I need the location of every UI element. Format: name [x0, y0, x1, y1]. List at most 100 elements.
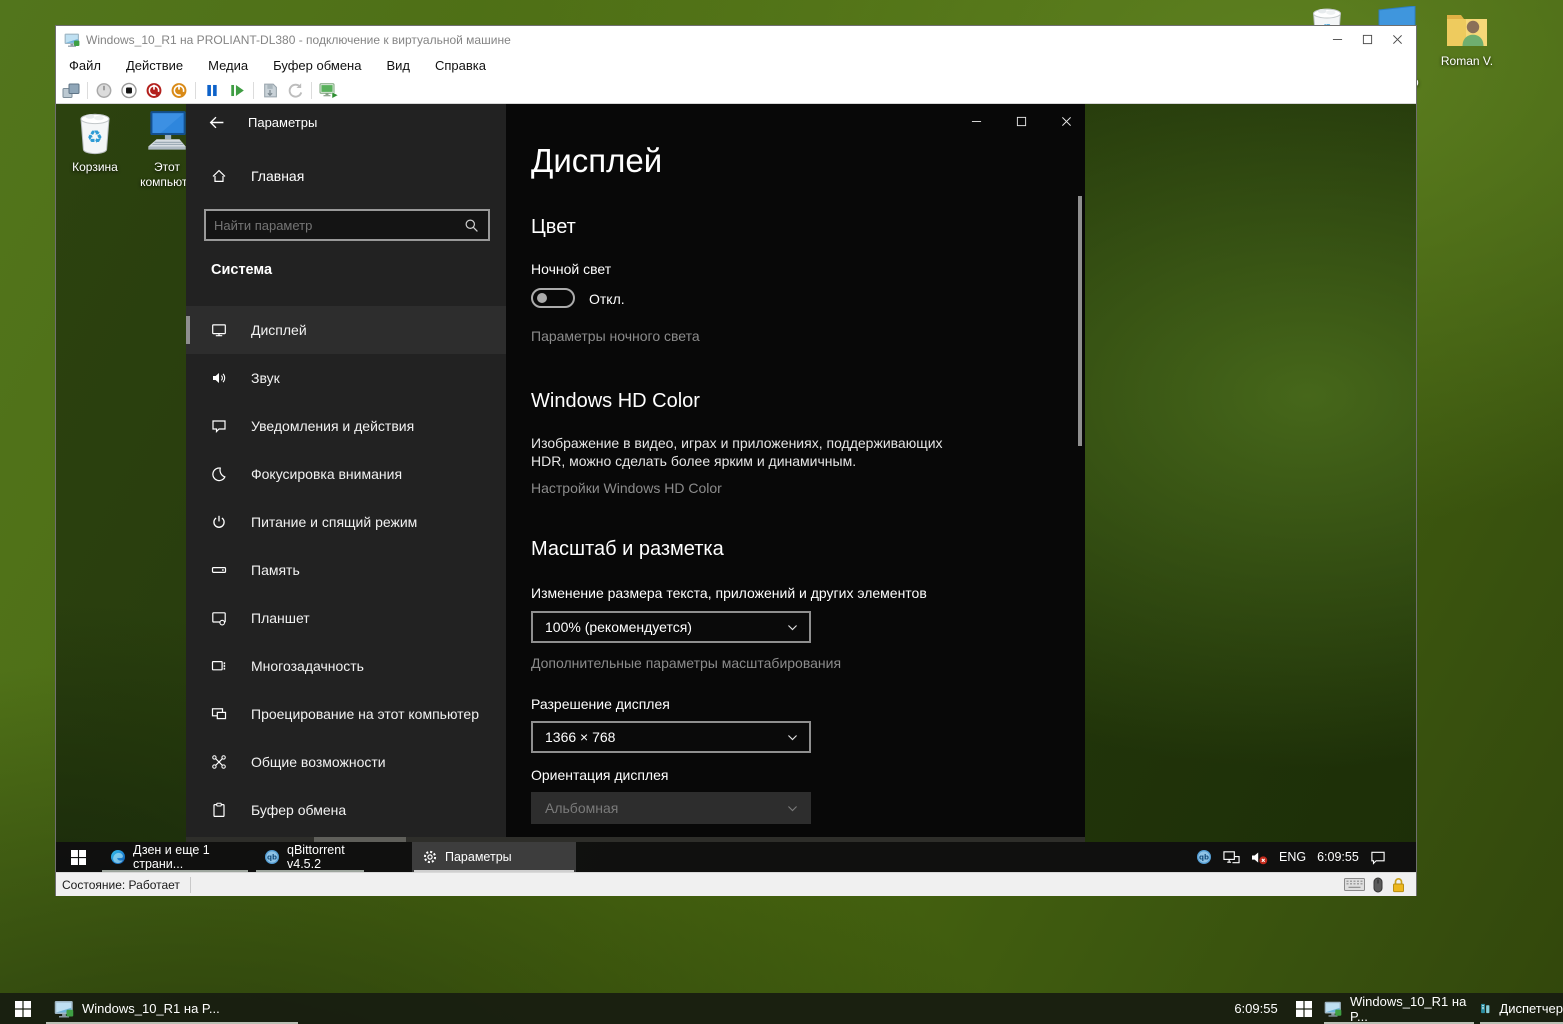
resume-icon[interactable] — [228, 82, 246, 99]
edge-icon — [110, 849, 126, 865]
sidebar-item-storage[interactable]: Память — [186, 546, 506, 594]
settings-maximize-button[interactable] — [1006, 112, 1036, 130]
sidebar-item-label: Питание и спящий режим — [251, 514, 417, 530]
page-title: Дисплей — [531, 142, 662, 180]
settings-search-box[interactable] — [204, 209, 490, 241]
qbittorrent-icon: qb — [264, 849, 280, 865]
windows-logo-icon — [15, 1001, 31, 1017]
scale-label: Изменение размера текста, приложений и д… — [531, 585, 927, 601]
scale-dropdown[interactable]: 100% (рекомендуется) — [531, 611, 811, 643]
advanced-scaling-link[interactable]: Дополнительные параметры масштабирования — [531, 655, 841, 671]
chevron-down-icon — [786, 802, 799, 815]
night-light-toggle[interactable] — [531, 288, 575, 308]
chevron-down-icon — [786, 731, 799, 744]
vmconnect-titlebar[interactable]: Windows_10_R1 на PROLIANT-DL380 - подклю… — [56, 26, 1416, 53]
night-light-settings-link[interactable]: Параметры ночного света — [531, 328, 700, 344]
hdr-settings-link[interactable]: Настройки Windows HD Color — [531, 480, 722, 496]
chevron-down-icon — [786, 621, 799, 634]
host-taskbar-vm-button-2[interactable]: Windows_10_R1 на P... — [1324, 993, 1474, 1024]
host-start-button-2[interactable] — [1286, 993, 1322, 1024]
sidebar-item-clipboard[interactable]: Буфер обмена — [186, 786, 506, 834]
sidebar-item-label: Общие возможности — [251, 754, 386, 770]
menu-file[interactable]: Файл — [69, 58, 101, 73]
ctrl-alt-del-icon[interactable] — [62, 82, 80, 99]
statusbar-separator — [190, 877, 191, 893]
toolbar-separator — [311, 82, 312, 99]
host-clock-text: 6:09:55 — [1234, 1001, 1277, 1016]
maximize-button[interactable] — [1352, 31, 1382, 49]
resolution-dropdown[interactable]: 1366 × 768 — [531, 721, 811, 753]
sidebar-item-label: Память — [251, 562, 300, 578]
orientation-label: Ориентация дисплея — [531, 767, 668, 783]
gear-icon — [422, 849, 438, 865]
sidebar-item-focus[interactable]: Фокусировка внимания — [186, 450, 506, 498]
close-button[interactable] — [1382, 31, 1412, 49]
notifications-icon — [211, 418, 227, 434]
network-tray-icon[interactable] — [1223, 850, 1240, 865]
pause-icon[interactable] — [203, 82, 221, 99]
vm-taskbar-settings-button[interactable]: Параметры — [412, 842, 576, 872]
menu-clipboard[interactable]: Буфер обмена — [273, 58, 361, 73]
sidebar-item-notifications[interactable]: Уведомления и действия — [186, 402, 506, 450]
menu-help[interactable]: Справка — [435, 58, 486, 73]
minimize-button[interactable] — [1322, 31, 1352, 49]
menu-media[interactable]: Медиа — [208, 58, 248, 73]
language-indicator[interactable]: ENG — [1279, 850, 1306, 864]
sidebar-item-display[interactable]: Дисплей — [186, 306, 506, 354]
hdr-section-heading: Windows HD Color — [531, 390, 700, 413]
this-pc-icon — [142, 108, 192, 160]
toggle-knob — [537, 293, 547, 303]
mouse-icon — [1373, 877, 1383, 893]
sidebar-item-power[interactable]: Питание и спящий режим — [186, 498, 506, 546]
sound-icon — [211, 370, 227, 386]
vm-recycle-bin[interactable]: ♻ Корзина — [64, 108, 126, 200]
vm-taskbar-qbittorrent-button[interactable]: qb qBittorrent v4.5.2 — [254, 842, 366, 872]
menu-action[interactable]: Действие — [126, 58, 183, 73]
restart-icon[interactable] — [170, 82, 188, 99]
settings-minimize-button[interactable] — [961, 112, 991, 130]
vm-guest-screen: ♻ Корзина Этот компьюте Параметры — [56, 104, 1416, 872]
vm-button2-label: Windows_10_R1 на P... — [1350, 994, 1474, 1024]
taskmgr-button-label: Диспетчер — [1499, 1001, 1563, 1016]
search-icon[interactable] — [464, 218, 479, 233]
settings-header: Параметры — [248, 115, 317, 130]
scale-section-heading: Масштаб и разметка — [531, 538, 724, 561]
host-taskbar-vm-button[interactable]: Windows_10_R1 на P... — [46, 993, 298, 1024]
sidebar-item-label: Фокусировка внимания — [251, 466, 402, 482]
home-icon — [211, 168, 227, 184]
enhanced-session-icon[interactable] — [319, 82, 339, 99]
sidebar-item-projecting[interactable]: Проецирование на этот компьютер — [186, 690, 506, 738]
revert-icon — [286, 82, 304, 99]
back-arrow-icon[interactable] — [208, 114, 225, 131]
vm-clock[interactable]: 6:09:55 — [1317, 850, 1359, 864]
host-clock[interactable]: 6:09:55 — [1226, 993, 1286, 1024]
host-user-folder[interactable]: Roman V. — [1435, 6, 1499, 78]
sidebar-item-sound[interactable]: Звук — [186, 354, 506, 402]
recycle-bin-label: Корзина — [64, 160, 126, 175]
volume-muted-icon[interactable] — [1251, 850, 1268, 865]
host-start-button[interactable] — [0, 993, 46, 1024]
sidebar-item-shared[interactable]: Общие возможности — [186, 738, 506, 786]
sidebar-item-label: Буфер обмена — [251, 802, 346, 818]
sidebar-item-home[interactable]: Главная — [186, 156, 506, 196]
search-input[interactable] — [206, 218, 464, 233]
vertical-scrollbar-thumb[interactable] — [1078, 196, 1082, 446]
action-center-icon[interactable] — [1370, 850, 1386, 865]
vm-taskbar-edge-button[interactable]: Дзен и еще 1 страни... — [100, 842, 250, 872]
sidebar-item-tablet[interactable]: Планшет — [186, 594, 506, 642]
shut-down-icon[interactable] — [145, 82, 163, 99]
vm-start-button[interactable] — [56, 842, 100, 872]
menu-view[interactable]: Вид — [386, 58, 410, 73]
vmconnect-window: Windows_10_R1 на PROLIANT-DL380 - подклю… — [55, 25, 1417, 896]
scale-dropdown-value: 100% (рекомендуется) — [545, 619, 692, 635]
vm-status-text: Состояние: Работает — [62, 878, 180, 892]
qbittorrent-tray-icon[interactable]: qb — [1196, 849, 1212, 865]
resolution-label: Разрешение дисплея — [531, 696, 670, 712]
running-indicator — [256, 870, 364, 872]
sidebar-item-label: Звук — [251, 370, 280, 386]
host-taskbar-taskmgr-button[interactable]: Диспетчер — [1480, 993, 1563, 1024]
settings-close-button[interactable] — [1051, 112, 1081, 130]
clipboard-icon — [211, 802, 227, 818]
sidebar-item-multitasking[interactable]: Многозадачность — [186, 642, 506, 690]
turn-off-icon[interactable] — [120, 82, 138, 99]
